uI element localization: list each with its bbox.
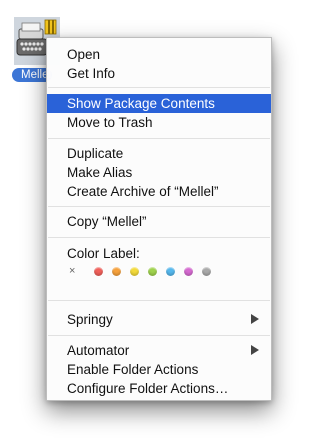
blue-label-swatch[interactable] — [166, 267, 175, 276]
menu-item-create-archive[interactable]: Create Archive of “Mellel” — [47, 182, 271, 201]
menu-item-enable-folder-actions[interactable]: Enable Folder Actions — [47, 360, 271, 379]
menu-separator — [48, 138, 270, 139]
submenu-arrow-icon — [251, 314, 259, 324]
menu-item-configure-folder-actions[interactable]: Configure Folder Actions… — [47, 379, 271, 398]
menu-separator — [48, 237, 270, 238]
color-label-title: Color Label: — [67, 246, 140, 261]
menu-separator — [48, 300, 270, 301]
green-label-swatch[interactable] — [148, 267, 157, 276]
purple-label-swatch[interactable] — [184, 267, 193, 276]
menu-item-move-to-trash[interactable]: Move to Trash — [47, 113, 271, 132]
no-color-label-icon[interactable]: × — [69, 265, 75, 277]
menu-item-get-info[interactable]: Get Info — [47, 64, 271, 83]
submenu-arrow-icon — [251, 345, 259, 355]
menu-item-copy[interactable]: Copy “Mellel” — [47, 212, 271, 231]
menu-item-springy[interactable]: Springy — [47, 310, 271, 329]
menu-item-make-alias[interactable]: Make Alias — [47, 163, 271, 182]
yellow-label-swatch[interactable] — [130, 267, 139, 276]
menu-item-automator[interactable]: Automator — [47, 341, 271, 360]
orange-label-swatch[interactable] — [112, 267, 121, 276]
menu-item-automator-label: Automator — [67, 343, 130, 358]
menu-item-duplicate[interactable]: Duplicate — [47, 144, 271, 163]
menu-separator — [48, 87, 270, 88]
red-label-swatch[interactable] — [94, 267, 103, 276]
menu-item-show-package-contents[interactable]: Show Package Contents — [47, 94, 271, 113]
gray-label-swatch[interactable] — [202, 267, 211, 276]
menu-item-open[interactable]: Open — [47, 45, 271, 64]
menu-separator — [48, 335, 270, 336]
context-menu: Open Get Info Show Package Contents Move… — [46, 37, 272, 401]
menu-item-springy-label: Springy — [67, 312, 113, 327]
menu-separator — [48, 206, 270, 207]
